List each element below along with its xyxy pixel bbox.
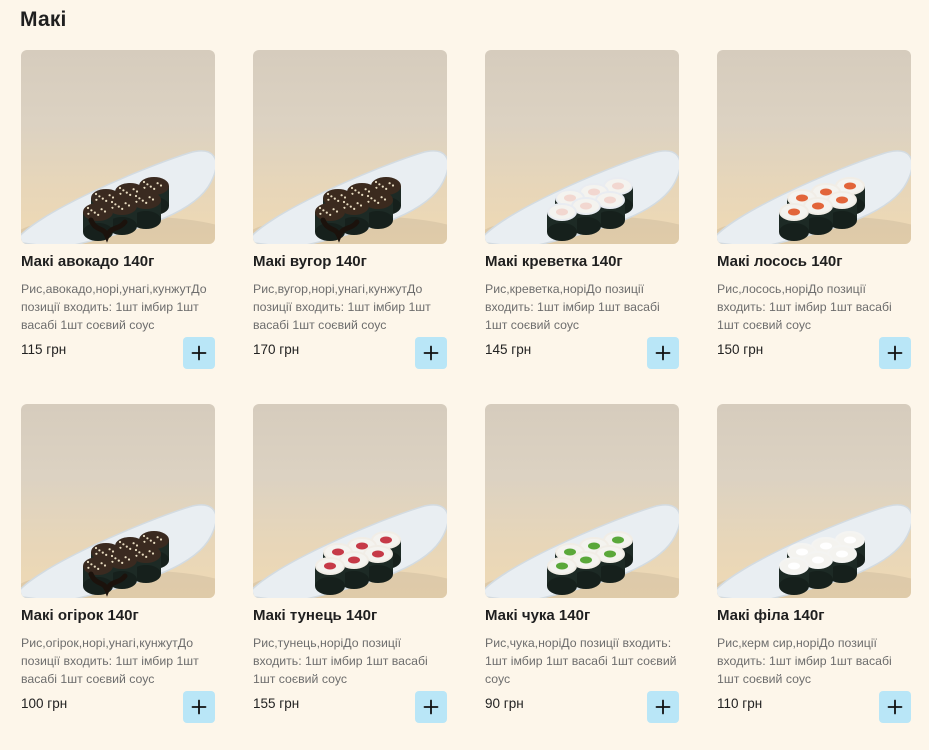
product-photo[interactable] (717, 50, 911, 244)
product-price: 170 грн (253, 342, 300, 357)
product-image (717, 504, 911, 598)
product-price: 155 грн (253, 696, 300, 711)
add-to-cart-button[interactable] (647, 691, 679, 723)
product-price: 145 грн (485, 342, 532, 357)
product-photo[interactable] (21, 404, 215, 598)
product-description: Рис,креветка,норіДо позиції входить: 1шт… (485, 282, 660, 332)
product-description: Рис,лосось,норіДо позиції входить: 1шт і… (717, 282, 892, 332)
section-title: Макі (20, 8, 67, 31)
maki-roll (547, 203, 577, 241)
product-photo[interactable] (485, 404, 679, 598)
product-price: 150 грн (717, 342, 764, 357)
product-image (253, 504, 447, 598)
product-description: Рис,авокадо,норі,унагі,кунжутДо позиції … (21, 282, 207, 332)
plus-icon (423, 345, 439, 361)
product-image (717, 150, 911, 244)
plus-icon (423, 699, 439, 715)
maki-roll (547, 557, 577, 595)
product-photo[interactable] (253, 50, 447, 244)
plus-icon (191, 699, 207, 715)
product-name[interactable]: Макі вугор 140г (253, 252, 447, 272)
product-photo[interactable] (485, 50, 679, 244)
add-to-cart-button[interactable] (183, 691, 215, 723)
product-name[interactable]: Макі огірок 140г (21, 606, 215, 626)
plus-icon (655, 345, 671, 361)
product-image (485, 504, 679, 598)
product-price: 110 грн (717, 696, 763, 711)
product-name[interactable]: Макі авокадо 140г (21, 252, 215, 272)
add-to-cart-button[interactable] (879, 337, 911, 369)
plus-icon (887, 699, 903, 715)
add-to-cart-button[interactable] (183, 337, 215, 369)
maki-roll (315, 557, 345, 595)
maki-roll (779, 557, 809, 595)
product-grid: Макі авокадо 140г Рис,авокадо,норі,унагі… (21, 50, 911, 723)
add-to-cart-button[interactable] (647, 337, 679, 369)
product-photo[interactable] (253, 404, 447, 598)
product-description: Рис,керм сир,норіДо позиції входить: 1шт… (717, 636, 892, 686)
product-name[interactable]: Макі лосось 140г (717, 252, 911, 272)
product-image (21, 504, 215, 598)
product-photo[interactable] (21, 50, 215, 244)
product-photo[interactable] (717, 404, 911, 598)
product-name[interactable]: Макі креветка 140г (485, 252, 679, 272)
product-card[interactable]: Макі філа 140г Рис,керм сир,норіДо позиц… (717, 404, 911, 723)
add-to-cart-button[interactable] (415, 337, 447, 369)
product-card[interactable]: Макі креветка 140г Рис,креветка,норіДо п… (485, 50, 679, 369)
product-name[interactable]: Макі чука 140г (485, 606, 679, 626)
product-card[interactable]: Макі авокадо 140г Рис,авокадо,норі,унагі… (21, 50, 215, 369)
product-image (21, 150, 215, 244)
plus-icon (887, 345, 903, 361)
product-price: 115 грн (21, 342, 67, 357)
product-description: Рис,тунець,норіДо позиції входить: 1шт і… (253, 636, 428, 686)
maki-roll (779, 203, 809, 241)
add-to-cart-button[interactable] (415, 691, 447, 723)
product-card[interactable]: Макі вугор 140г Рис,вугор,норі,унагі,кун… (253, 50, 447, 369)
plus-icon (655, 699, 671, 715)
product-card[interactable]: Макі чука 140г Рис,чука,норіДо позиції в… (485, 404, 679, 723)
product-name[interactable]: Макі філа 140г (717, 606, 911, 626)
product-card[interactable]: Макі тунець 140г Рис,тунець,норіДо позиц… (253, 404, 447, 723)
add-to-cart-button[interactable] (879, 691, 911, 723)
product-price: 90 грн (485, 696, 524, 711)
product-image (485, 150, 679, 244)
product-card[interactable]: Макі огірок 140г Рис,огірок,норі,унагі,к… (21, 404, 215, 723)
product-card[interactable]: Макі лосось 140г Рис,лосось,норіДо позиц… (717, 50, 911, 369)
product-description: Рис,чука,норіДо позиції входить: 1шт імб… (485, 636, 677, 686)
plus-icon (191, 345, 207, 361)
product-name[interactable]: Макі тунець 140г (253, 606, 447, 626)
product-description: Рис,вугор,норі,унагі,кунжутДо позиції вх… (253, 282, 431, 332)
product-description: Рис,огірок,норі,унагі,кунжутДо позиції в… (21, 636, 199, 686)
product-price: 100 грн (21, 696, 68, 711)
product-image (253, 150, 447, 244)
